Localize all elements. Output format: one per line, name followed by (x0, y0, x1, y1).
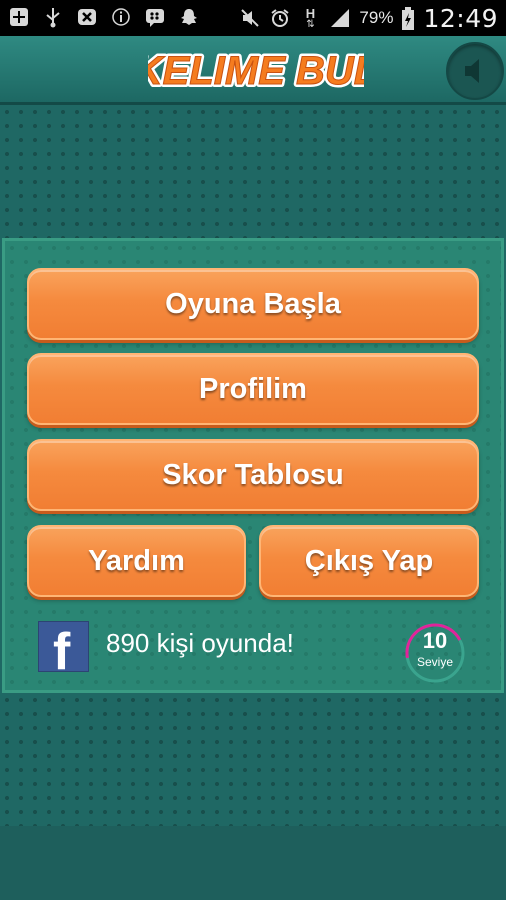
battery-percent: 79% (359, 8, 394, 27)
scoreboard-button[interactable]: Skor Tablosu (27, 439, 479, 511)
start-game-button[interactable]: Oyuna Başla (27, 268, 479, 340)
kelime-bul-logo: KELIME BUL KELIME BUL (148, 46, 364, 94)
players-online-text: 890 kişi oyunda! (106, 628, 294, 658)
facebook-icon[interactable]: f (38, 621, 89, 672)
system-status: H ⇅ 79% 12:49 (239, 0, 498, 36)
usb-icon (42, 6, 64, 28)
speaker-icon (465, 59, 479, 83)
sound-toggle-button[interactable] (446, 42, 504, 100)
battery-charging-icon (401, 7, 415, 30)
level-label: Seviye (416, 655, 454, 669)
alarm-icon (269, 7, 291, 29)
profile-button[interactable]: Profilim (27, 353, 479, 425)
notification-icons (8, 6, 200, 28)
snapchat-icon (178, 6, 200, 28)
info-icon (110, 6, 132, 28)
bbm-icon (144, 6, 166, 28)
help-button[interactable]: Yardım (27, 525, 246, 597)
status-bar: H ⇅ 79% 12:49 (0, 0, 506, 36)
signal-icon (329, 7, 351, 29)
svg-text:KELIME BUL: KELIME BUL (148, 49, 364, 93)
exit-button[interactable]: Çıkış Yap (259, 525, 479, 597)
level-number: 10 (422, 628, 448, 653)
bottom-strip (0, 826, 506, 900)
clock: 12:49 (423, 3, 498, 33)
add-icon (8, 6, 30, 28)
mute-icon (239, 7, 261, 29)
app-header: KELIME BUL KELIME BUL (0, 36, 506, 105)
network-icon: H ⇅ (299, 7, 321, 30)
debug-icon (76, 6, 98, 28)
